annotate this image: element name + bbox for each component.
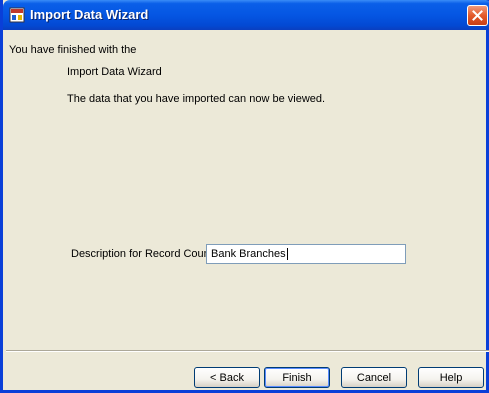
close-button[interactable] xyxy=(467,5,488,26)
finish-button[interactable]: Finish xyxy=(264,367,330,388)
wizard-app-icon xyxy=(9,7,25,23)
description-label: Description for Record Count: xyxy=(71,248,216,260)
import-data-wizard-window: Import Data Wizard You have finished wit… xyxy=(0,0,489,393)
help-button[interactable]: Help xyxy=(418,367,484,388)
text-caret xyxy=(286,248,288,260)
title-bar[interactable]: Import Data Wizard xyxy=(3,0,489,30)
wizard-content: You have finished with the Import Data W… xyxy=(6,30,489,350)
close-icon xyxy=(472,10,483,21)
window-title: Import Data Wizard xyxy=(30,7,149,22)
description-value: Bank Branches xyxy=(211,248,286,260)
back-button[interactable]: < Back xyxy=(194,367,260,388)
imported-message: The data that you have imported can now … xyxy=(67,93,326,105)
cancel-button[interactable]: Cancel xyxy=(341,367,407,388)
description-input[interactable]: Bank Branches xyxy=(206,244,406,264)
button-separator xyxy=(6,350,489,352)
finished-heading: You have finished with the xyxy=(9,44,137,56)
wizard-name-text: Import Data Wizard xyxy=(67,66,162,78)
